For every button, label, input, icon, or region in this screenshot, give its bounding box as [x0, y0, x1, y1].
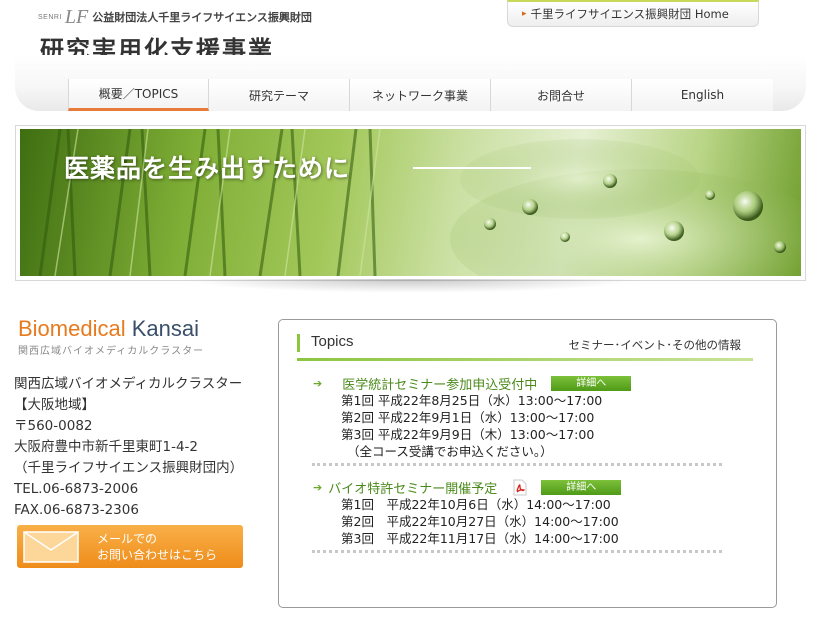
details-button[interactable]: 詳細へ [551, 376, 632, 391]
details-button[interactable]: 詳細へ [541, 480, 622, 495]
topics-subtitle: セミナー･イベント･その他の情報 [568, 338, 742, 352]
dotted-divider [312, 463, 722, 466]
schedule-line: 第1回 平成22年8月25日（水）13:00～17:00 [341, 393, 603, 408]
senri-mark: SENRI [38, 13, 62, 21]
lf-logo-mark: LF [64, 6, 89, 28]
site-logo[interactable]: SENRI LF 公益財団法人千里ライフサイエンス振興財団 [38, 6, 312, 28]
hero-banner: 医薬品を生み出すために [20, 129, 801, 276]
address-line: 【大阪地域】 [14, 397, 95, 413]
topic-item-schedule: 第1回 平成22年8月25日（水）13:00～17:00 第2回 平成22年9月… [341, 392, 602, 460]
schedule-line: 第3回 平成22年9月9日（木）13:00～17:00 [341, 427, 595, 442]
nav-item-overview[interactable]: 概要／TOPICS [68, 79, 209, 111]
schedule-line: 第3回 平成22年11月17日（水）14:00～17:00 [341, 531, 619, 546]
nav-item-network[interactable]: ネットワーク事業 [350, 79, 491, 111]
email-contact-label: メールでの お問い合わせはこちら [97, 531, 217, 563]
pdf-icon[interactable] [513, 479, 527, 496]
biomedical-kansai-wordmark: Biomedical Kansai [18, 318, 204, 340]
nav-item-english[interactable]: English [632, 79, 773, 111]
nav-item-research-themes[interactable]: 研究テーマ [209, 79, 350, 111]
address-line: 関西広域バイオメディカルクラスター [14, 376, 243, 392]
schedule-line: 第2回 平成22年9月1日（水）13:00～17:00 [341, 410, 595, 425]
logo-kansai: Kansai [131, 316, 200, 341]
hero-headline-rule [413, 167, 531, 169]
organization-name: 公益財団法人千里ライフサイエンス振興財団 [92, 11, 312, 24]
biomedical-kansai-logo[interactable]: Biomedical Kansai 関西広域バイオメディカルクラスター [18, 318, 205, 358]
nav-item-contact[interactable]: お問合せ [491, 79, 632, 111]
schedule-note: （全コース受講でお申込ください。） [347, 444, 553, 459]
topics-accent-bar [297, 334, 300, 352]
home-link-label: 千里ライフサイエンス振興財団 Home [530, 7, 729, 21]
topic-item-schedule: 第1回 平成22年10月6日（水）14:00～17:00 第2回 平成22年10… [341, 496, 619, 547]
schedule-line: 第2回 平成22年10月27日（水）14:00～17:00 [341, 514, 619, 529]
topics-panel: Topics セミナー･イベント･その他の情報 ➔ 医学統計セミナー参加申込受付… [278, 319, 777, 608]
address-line: 〒560-0082 [14, 418, 93, 434]
topics-title: Topics [311, 333, 354, 350]
address-line: 大阪府豊中市新千里東町1-4-2 [14, 439, 199, 455]
arrow-right-icon: ➔ [313, 377, 323, 390]
logo-biomedical: Biomedical [18, 316, 126, 341]
email-contact-button[interactable]: メールでの お問い合わせはこちら [17, 525, 243, 568]
topic-item-title[interactable]: 医学統計セミナー参加申込受付中 [342, 374, 537, 393]
address-line: （千里ライフサイエンス振興財団内） [14, 460, 244, 476]
arrow-right-icon: ➔ [313, 481, 323, 494]
topics-underline [297, 358, 753, 361]
dotted-divider [312, 550, 722, 553]
email-contact-line2: お問い合わせはこちら [97, 548, 218, 562]
schedule-line: 第1回 平成22年10月6日（水）14:00～17:00 [341, 497, 611, 512]
fax-number: FAX.06-6873-2306 [14, 502, 139, 518]
address-block: 関西広域バイオメディカルクラスター 【大阪地域】 〒560-0082 大阪府豊中… [14, 374, 243, 521]
logo-subtitle: 関西広域バイオメディカルクラスター [18, 346, 205, 357]
email-contact-line1: メールでの [97, 532, 158, 546]
envelope-icon [23, 531, 79, 563]
topic-item-heading: ➔ 医学統計セミナー参加申込受付中 詳細へ [313, 374, 632, 393]
arrow-right-icon: ▸ [522, 9, 527, 19]
topic-item-heading: ➔ バイオ特許セミナー開催予定 詳細へ [313, 478, 622, 497]
hero-shadow [180, 279, 640, 293]
home-link[interactable]: ▸ 千里ライフサイエンス振興財団 Home [507, 0, 759, 27]
topics-header: Topics セミナー･イベント･その他の情報 [297, 330, 753, 358]
hero-headline: 医薬品を生み出すために [64, 154, 351, 183]
topic-item-title[interactable]: バイオ特許セミナー開催予定 [328, 478, 497, 497]
main-navigation: 概要／TOPICS 研究テーマ ネットワーク事業 お問合せ English [68, 79, 773, 111]
phone-number: TEL.06-6873-2006 [14, 481, 139, 497]
